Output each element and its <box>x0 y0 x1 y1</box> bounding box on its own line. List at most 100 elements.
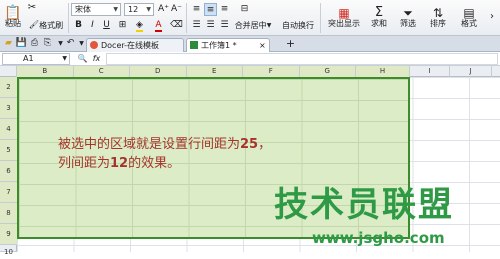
align-bottom-button[interactable]: ≡ <box>218 3 231 16</box>
align-middle-icon: ≡ <box>206 5 215 15</box>
font-color-button[interactable]: A <box>152 19 165 32</box>
chevron-down-icon: ▼ <box>266 22 272 29</box>
column-header[interactable]: F <box>243 66 300 77</box>
note-line-1: 被选中的区域就是设置行间距为25， <box>58 135 418 154</box>
column-header[interactable]: E <box>186 66 243 77</box>
close-tab-icon[interactable]: × <box>259 39 266 52</box>
row-header[interactable]: 3 <box>0 98 17 119</box>
sum-label: 求和 <box>371 18 387 28</box>
paste-label: 粘贴 <box>5 18 21 28</box>
italic-button[interactable]: I <box>86 19 99 32</box>
font-name-select[interactable]: 宋体 ▼ <box>71 3 121 16</box>
font-color-icon: A <box>155 20 162 32</box>
paint-bucket-icon: ◈ <box>136 20 143 32</box>
select-all-corner[interactable] <box>0 66 17 77</box>
note-line1-suffix: ， <box>258 137 272 152</box>
font-size-select[interactable]: 12 ▼ <box>124 3 154 16</box>
align-middle-button[interactable]: ≡ <box>204 3 217 16</box>
format-painter-button[interactable]: 🖌 格式刷 <box>26 19 66 31</box>
save-button[interactable]: 💾 <box>15 37 28 50</box>
name-box-value: A1 <box>23 54 34 63</box>
note-line1-prefix: 被选中的区域就是设置行间距为 <box>58 137 241 152</box>
tab-docer-templates[interactable]: Docer-在线模板 <box>86 38 184 52</box>
row-header[interactable]: 9 <box>0 224 17 245</box>
font-size-value: 12 <box>128 5 139 14</box>
more-button[interactable]: › <box>486 10 498 24</box>
underline-button[interactable]: U <box>100 19 113 32</box>
chevron-down-icon: ▼ <box>113 6 118 13</box>
column-header[interactable]: J <box>450 66 492 77</box>
docer-logo-icon <box>90 41 98 49</box>
spreadsheet-icon <box>190 41 198 49</box>
sort-icon: ⇅ <box>432 5 444 20</box>
chevron-down-icon: ▼ <box>79 40 84 47</box>
chevron-right-icon: › <box>490 11 494 22</box>
align-center-icon: ☰ <box>206 20 215 30</box>
sum-button[interactable]: Σ 求和 <box>366 3 392 33</box>
column-header[interactable]: I <box>410 66 450 77</box>
align-top-icon: ≡ <box>192 4 201 14</box>
format-button[interactable]: ▤ 格式 <box>455 3 483 33</box>
funnel-icon: ⏷ <box>403 5 413 20</box>
row-header[interactable]: 5 <box>0 140 17 161</box>
tab-docer-label: Docer-在线模板 <box>101 41 160 50</box>
column-header[interactable]: B <box>17 66 74 77</box>
wrap-text-button[interactable]: 自动换行 <box>278 19 318 32</box>
row-header[interactable]: 6 <box>0 161 17 182</box>
clear-format-button[interactable]: ⌫ <box>170 19 183 32</box>
column-header[interactable]: G <box>299 66 356 77</box>
ribbon-separator <box>186 3 187 33</box>
clipboard-icon: 📋 <box>4 4 22 21</box>
note-row-spacing-value: 25 <box>240 137 259 152</box>
align-right-icon: ☰ <box>220 20 229 30</box>
merge-icon-button[interactable]: ⊟ <box>238 3 251 16</box>
align-top-button[interactable]: ≡ <box>190 3 203 16</box>
highlight-label: 突出显示 <box>328 18 360 28</box>
row-header[interactable]: 8 <box>0 203 17 224</box>
note-line-2: 列间距为12的效果。 <box>58 154 418 173</box>
align-center-button[interactable]: ☰ <box>204 19 217 32</box>
tab-workbook1[interactable]: 工作簿1 * × <box>186 38 270 52</box>
row-header[interactable]: 4 <box>0 119 17 140</box>
align-right-button[interactable]: ☰ <box>218 19 231 32</box>
bold-button[interactable]: B <box>72 19 85 32</box>
column-header[interactable]: D <box>130 66 187 77</box>
decrease-font-button[interactable]: A⁻ <box>170 3 183 16</box>
zoom-icon[interactable]: 🔍 <box>76 52 89 65</box>
format-painter-label: 格式刷 <box>39 20 64 30</box>
new-tab-button[interactable]: + <box>284 37 297 50</box>
row-header[interactable]: 2 <box>0 77 17 98</box>
font-grow-icon: A⁺ <box>158 4 169 14</box>
row-header[interactable]: 10 <box>0 245 17 256</box>
preview-icon: ⎘ <box>43 38 52 48</box>
align-left-button[interactable]: ☰ <box>190 19 203 32</box>
watermark-url: www.jsgho.com <box>312 229 445 247</box>
ribbon-separator <box>320 3 321 33</box>
save-icon: 💾 <box>15 38 28 48</box>
fill-color-button[interactable]: ◈ <box>133 19 146 32</box>
fx-button[interactable]: fx <box>90 52 103 65</box>
row-header[interactable]: 7 <box>0 182 17 203</box>
document-tab-bar: ▰ 💾 ⎙ ⎘ ▼ ↶ ▼ Docer-在线模板 工作簿1 * × + <box>0 36 500 52</box>
merge-center-button[interactable]: 合并居中 ▼ <box>232 19 274 32</box>
border-button[interactable]: ⊞ <box>116 19 129 32</box>
scissors-icon: ✂ <box>27 2 37 13</box>
format-label: 格式 <box>461 18 477 28</box>
formula-input[interactable] <box>106 53 498 65</box>
increase-font-button[interactable]: A⁺ <box>157 3 170 16</box>
folder-button[interactable]: ▰ <box>2 37 15 50</box>
column-header[interactable]: C <box>73 66 130 77</box>
folder-icon: ▰ <box>5 38 12 48</box>
cut-button[interactable]: ✂ <box>26 2 38 14</box>
print-button[interactable]: ⎙ <box>28 37 41 50</box>
print-preview-button[interactable]: ⎘ <box>41 37 54 50</box>
column-header-bar: B C D E F G H I J <box>0 66 500 77</box>
tab-workbook-label: 工作簿1 * <box>201 41 237 50</box>
name-box[interactable]: A1 ▼ <box>2 53 70 65</box>
filter-button[interactable]: ⏷ 筛选 <box>394 3 422 33</box>
column-header[interactable]: H <box>356 66 410 77</box>
paste-button[interactable]: 📋 粘贴 <box>2 3 24 33</box>
sort-button[interactable]: ⇅ 排序 <box>424 3 452 33</box>
highlight-button[interactable]: ▦ 突出显示 <box>325 3 363 33</box>
note-line2-prefix: 列间距为 <box>58 156 111 171</box>
